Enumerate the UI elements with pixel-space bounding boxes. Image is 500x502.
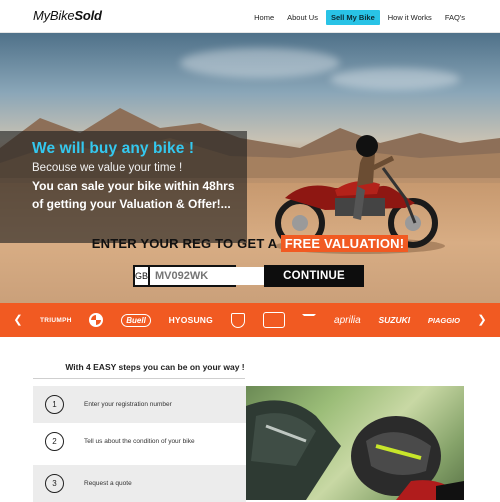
brand-honda-icon[interactable]	[302, 314, 317, 326]
hero-section: We will buy any bike ! Becouse we value …	[0, 33, 500, 303]
step-number: 2	[45, 432, 64, 451]
reg-country-code: GB	[135, 267, 151, 285]
promo-title: We will buy any bike !	[32, 140, 195, 157]
brand-harley-davidson-icon[interactable]	[262, 312, 285, 328]
cta-highlight: FREE VALUATION!	[280, 235, 409, 252]
brand-logos: TRIUMPH Buell HYOSUNG aprilia SUZUKI PIA…	[40, 311, 460, 329]
brand-triumph[interactable]: TRIUMPH	[40, 317, 72, 324]
step-text: Enter your registration number	[84, 401, 172, 408]
riders-photo	[246, 386, 464, 500]
nav-sell-my-bike[interactable]: Sell My Bike	[325, 10, 380, 25]
chevron-right-icon[interactable]: ❯	[476, 314, 488, 326]
cloud	[330, 68, 460, 90]
site-logo[interactable]: MyBikeSold	[33, 8, 102, 23]
step-number: 3	[45, 474, 64, 493]
step-text: Tell us about the condition of your bike	[84, 438, 195, 445]
cloud	[180, 48, 340, 78]
brand-ducati-icon[interactable]	[230, 312, 245, 328]
step-item: 1 Enter your registration number	[33, 386, 246, 423]
promo-box: We will buy any bike ! Becouse we value …	[0, 131, 247, 243]
brand-carousel: ❮ TRIUMPH Buell HYOSUNG aprilia SUZUKI P…	[0, 303, 500, 337]
nav-home[interactable]: Home	[249, 10, 279, 25]
main-nav: Home About Us Sell My Bike How it Works …	[246, 10, 470, 25]
nav-about-us[interactable]: About Us	[282, 10, 323, 25]
step-text: Request a quote	[84, 480, 132, 487]
cta-prefix: ENTER YOUR REG TO GET A	[91, 236, 277, 251]
chevron-left-icon[interactable]: ❮	[12, 314, 24, 326]
brand-piaggio[interactable]: PIAGGIO	[428, 316, 460, 325]
promo-subtitle: Becouse we value your time !	[32, 162, 183, 174]
valuation-cta-heading: ENTER YOUR REG TO GET A FREE VALUATION!	[0, 235, 500, 252]
continue-button[interactable]: CONTINUE	[264, 265, 364, 287]
brand-suzuki[interactable]: SUZUKI	[378, 315, 410, 325]
logo-text-bold: Sold	[74, 8, 102, 23]
steps-heading: With 4 EASY steps you can be on your way…	[65, 362, 245, 372]
nav-faqs[interactable]: FAQ's	[440, 10, 470, 25]
reg-input-group: GB	[133, 265, 309, 287]
divider	[33, 378, 245, 379]
site-header: MyBikeSold Home About Us Sell My Bike Ho…	[0, 0, 500, 33]
brand-bmw-icon[interactable]	[89, 313, 104, 327]
step-item: 3 Request a quote	[33, 465, 246, 502]
brand-hyosung[interactable]: HYOSUNG	[169, 315, 213, 325]
step-number: 1	[45, 395, 64, 414]
logo-text-light: MyBike	[33, 8, 75, 23]
step-item: 2 Tell us about the condition of your bi…	[33, 423, 246, 460]
nav-how-it-works[interactable]: How it Works	[383, 10, 437, 25]
promo-body: You can sale your bike within 48hrs of g…	[32, 179, 235, 211]
brand-buell[interactable]: Buell	[121, 313, 151, 327]
helmet-image	[246, 400, 464, 500]
brand-aprilia[interactable]: aprilia	[334, 315, 361, 326]
